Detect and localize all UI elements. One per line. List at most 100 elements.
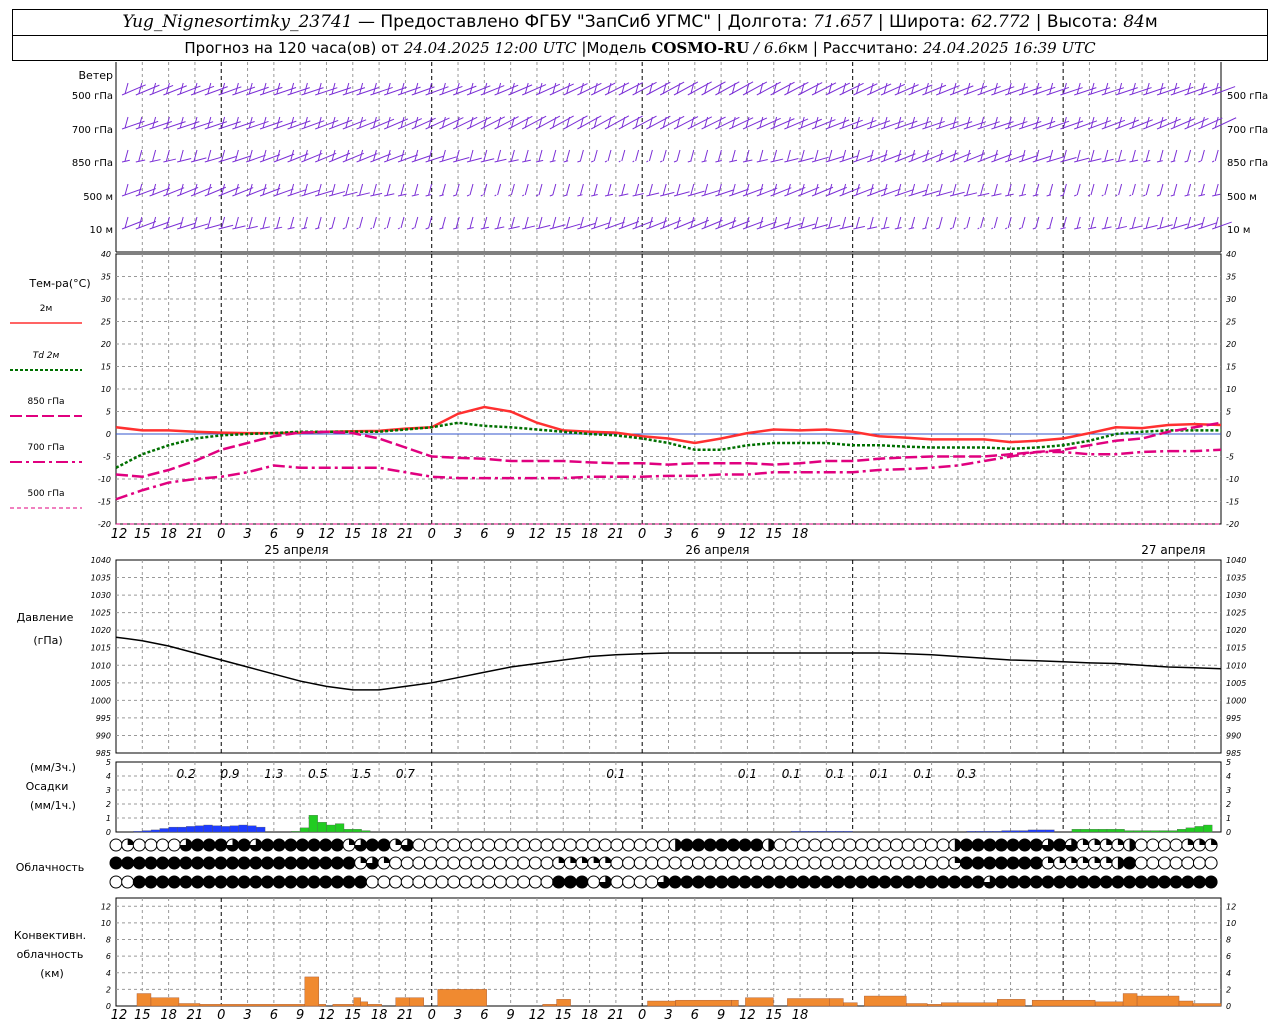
wind-barb	[563, 160, 569, 163]
cloud-cover-symbol	[1146, 875, 1160, 889]
cloud-cover-symbol	[109, 838, 123, 852]
cloud-cover-symbol	[971, 856, 985, 870]
wind-barb-feather	[704, 149, 709, 162]
cloud-cover-symbol	[575, 838, 589, 852]
precip-3h-total: 1.5	[352, 767, 371, 781]
cloud-cover-symbol	[971, 875, 985, 889]
wind-barb	[508, 159, 519, 163]
cloud-cover-symbol	[319, 838, 333, 852]
wind-barb-feather	[345, 216, 350, 229]
cloud-cover-symbol	[389, 875, 403, 889]
wind-barb	[1101, 226, 1112, 230]
wind-barb-feather	[1131, 149, 1136, 162]
cloud-cover-fill	[558, 857, 565, 863]
time-tick-label: 0	[428, 527, 436, 542]
wind-barb	[880, 226, 890, 230]
wind-barb	[370, 192, 383, 197]
wind-barb	[1115, 159, 1126, 163]
precip-3h-total: 0.2	[177, 767, 196, 781]
wind-barb-feather	[759, 149, 764, 162]
cloud-cover-symbol	[307, 838, 321, 852]
time-tick-label: 15	[345, 527, 362, 542]
cloud-cover-fill	[1071, 857, 1078, 863]
cloud-cover-symbol	[808, 838, 822, 852]
wind-barb-feather	[428, 216, 433, 229]
wind-barb	[466, 194, 470, 197]
cloud-cover-symbol	[843, 838, 857, 852]
cloud-cover-symbol	[657, 856, 671, 870]
wind-barb-feather	[414, 183, 419, 196]
wind-barb	[591, 160, 594, 163]
wind-barb	[1129, 194, 1132, 197]
wind-level-label-left: 500 гПа	[72, 91, 113, 102]
cloud-cover-symbol	[156, 838, 170, 852]
wind-barb-feather	[648, 183, 653, 196]
wind-barb	[135, 159, 146, 163]
wind-barb-feather	[1104, 216, 1109, 229]
convective-bar	[360, 1001, 368, 1007]
wind-barb-feather	[911, 216, 916, 229]
wind-barb-feather	[234, 149, 239, 162]
wind-barb-feather	[1145, 216, 1150, 229]
precip-bar	[326, 824, 336, 833]
cloud-cover-fill	[1211, 839, 1218, 845]
wind-barb	[922, 227, 927, 230]
cloud-cover-symbol	[552, 838, 566, 852]
cloud-cover-symbol	[1134, 838, 1148, 852]
temp-tick-label-right: 35	[1226, 273, 1236, 282]
cloud-cover-fill	[1187, 839, 1194, 845]
cloud-cover-symbol	[505, 838, 519, 852]
convective-bar	[150, 997, 180, 1007]
wind-barb-feather	[124, 116, 129, 129]
precip-bar	[975, 831, 985, 833]
wind-barb-feather	[428, 149, 433, 162]
wind-level-label-left: 700 гПа	[72, 125, 113, 136]
cloud-cover-symbol	[214, 856, 228, 870]
cloud-cover-symbol	[214, 875, 228, 889]
cloud-cover-symbol	[342, 875, 356, 889]
wind-barb-feather	[1200, 183, 1205, 196]
wind-barb-feather	[1214, 216, 1219, 229]
cloud-cover-fill	[360, 857, 367, 863]
precip-bar	[308, 815, 318, 833]
wind-barb	[1032, 227, 1037, 230]
wind-barb	[839, 225, 853, 230]
pressure-tick-label-left: 1010	[91, 661, 111, 670]
cloud-cover-symbol	[994, 875, 1008, 889]
cloud-cover-symbol	[901, 875, 915, 889]
cloud-cover-symbol	[284, 838, 298, 852]
temp-tick-label-left: 25	[101, 318, 111, 327]
cloud-cover-symbol	[226, 875, 239, 889]
cloud-cover-symbol	[1006, 856, 1020, 870]
precip-bar	[361, 830, 371, 833]
wind-barb	[660, 191, 675, 197]
cloud-cover-symbol	[959, 875, 973, 889]
convective-bar	[745, 997, 774, 1007]
wind-barb-feather	[510, 216, 515, 229]
wind-barb-feather	[524, 216, 529, 229]
cloud-cover-symbol	[493, 856, 507, 870]
precip-tick-label-left: 0	[106, 828, 111, 837]
convective-bar	[136, 993, 152, 1007]
wind-barb	[936, 227, 940, 230]
wind-barb-feather	[828, 149, 833, 162]
wind-barb-feather	[152, 149, 157, 162]
precip-tick-label-left: 1	[106, 814, 111, 823]
precip-bar	[150, 829, 160, 833]
cloud-cover-fill	[1106, 857, 1113, 863]
wind-barb	[1156, 224, 1173, 230]
pressure-tick-label-left: 1005	[91, 679, 111, 688]
cloud-cover-symbol	[890, 838, 904, 852]
wind-barb	[425, 227, 429, 230]
cloud-cover-symbol	[692, 875, 705, 889]
wind-barb-feather	[510, 149, 515, 162]
wind-barb	[1212, 193, 1221, 197]
wind-barb	[328, 227, 333, 230]
precip-bar	[212, 825, 222, 833]
cloud-cover-symbol	[563, 875, 577, 889]
precip-tick-label-right: 3	[1226, 786, 1231, 795]
precip-bar	[791, 831, 801, 833]
precip-bar	[1036, 829, 1046, 833]
cloud-cover-symbol	[493, 838, 507, 852]
cloud-cover-symbol	[901, 856, 915, 870]
